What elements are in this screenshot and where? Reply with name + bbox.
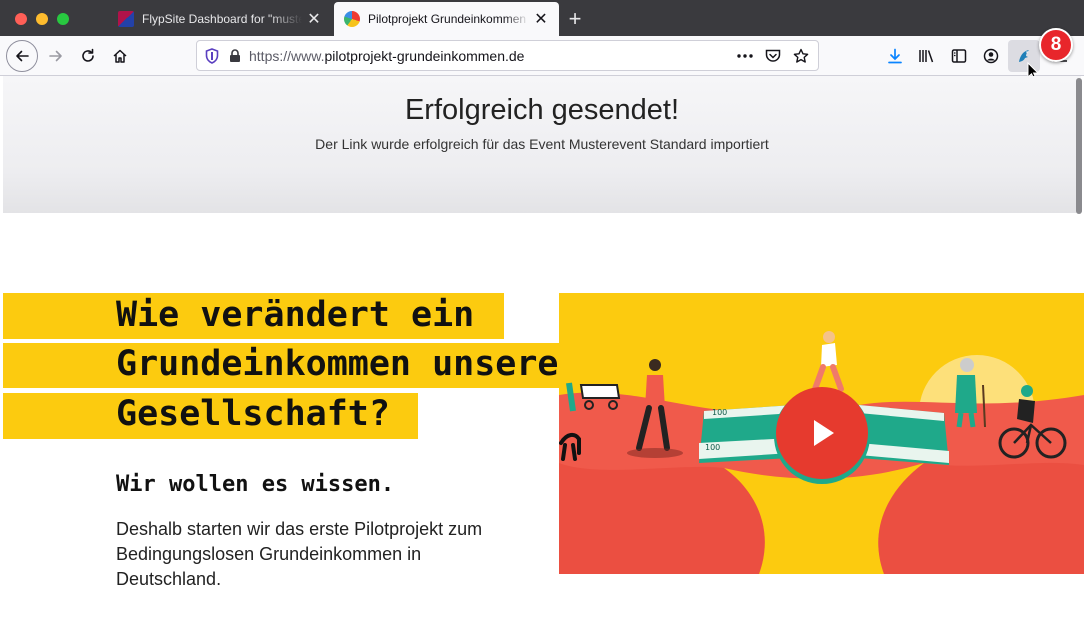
flypsite-favicon-icon bbox=[118, 11, 134, 27]
home-icon bbox=[113, 49, 127, 63]
page-content: Erfolgreich gesendet! Der Link wurde erf… bbox=[0, 76, 1084, 617]
downloads-button[interactable] bbox=[879, 40, 911, 72]
subheadline: Wir wollen es wissen. bbox=[116, 472, 395, 497]
library-button[interactable] bbox=[911, 40, 943, 72]
url-bar[interactable]: https://www.pilotprojekt-grundeinkommen.… bbox=[196, 40, 819, 71]
headline-line: Grundeinkommen unsere bbox=[116, 344, 559, 384]
window-zoom-button[interactable] bbox=[57, 13, 69, 25]
account-button[interactable] bbox=[975, 40, 1007, 72]
nav-toolbar: https://www.pilotprojekt-grundeinkommen.… bbox=[0, 36, 1084, 76]
star-icon[interactable] bbox=[790, 45, 812, 67]
tab-pilotprojekt[interactable]: Pilotprojekt Grundeinkommen - ✕ bbox=[334, 2, 559, 36]
window-close-button[interactable] bbox=[15, 13, 27, 25]
lock-icon[interactable] bbox=[229, 48, 241, 63]
account-icon bbox=[983, 48, 999, 64]
download-icon bbox=[888, 48, 902, 64]
tab-title: FlypSite Dashboard for "muster bbox=[142, 12, 302, 26]
reload-icon bbox=[82, 48, 94, 62]
close-icon[interactable]: ✕ bbox=[529, 7, 553, 31]
forward-button[interactable] bbox=[40, 40, 72, 72]
new-tab-button[interactable]: + bbox=[562, 6, 588, 32]
banknote-label: 100 bbox=[705, 443, 720, 452]
banner-message: Der Link wurde erfolgreich für das Event… bbox=[315, 136, 769, 152]
banner-title: Erfolgreich gesendet! bbox=[404, 94, 680, 126]
pilotprojekt-favicon-icon bbox=[344, 11, 360, 27]
close-icon[interactable]: ✕ bbox=[302, 7, 326, 31]
page-scrollbar[interactable] bbox=[1076, 78, 1082, 214]
shield-icon[interactable] bbox=[205, 47, 219, 64]
library-icon bbox=[919, 50, 934, 63]
sidebar-icon bbox=[951, 49, 967, 63]
success-banner: Erfolgreich gesendet! Der Link wurde erf… bbox=[3, 76, 1081, 213]
arrow-right-icon bbox=[49, 50, 62, 62]
tab-strip: FlypSite Dashboard for "muster ✕ Pilotpr… bbox=[0, 0, 1084, 36]
back-button[interactable] bbox=[6, 40, 38, 72]
pocket-icon[interactable] bbox=[762, 45, 784, 67]
more-icon[interactable] bbox=[734, 45, 756, 67]
headline-line: Wie verändert ein bbox=[116, 295, 475, 335]
tab-flypsite-dashboard[interactable]: FlypSite Dashboard for "muster ✕ bbox=[108, 2, 332, 36]
url-text[interactable]: https://www.pilotprojekt-grundeinkommen.… bbox=[249, 48, 524, 64]
intro-text: Deshalb starten wir das erste Pilotproje… bbox=[116, 519, 483, 589]
tab-title: Pilotprojekt Grundeinkommen - bbox=[368, 12, 529, 26]
hero-video-illustration[interactable]: 100 100 bbox=[559, 293, 1084, 574]
window-minimize-button[interactable] bbox=[36, 13, 48, 25]
reload-button[interactable] bbox=[72, 40, 104, 72]
headline-line: Gesellschaft? bbox=[116, 394, 390, 434]
arrow-left-icon bbox=[16, 50, 29, 62]
banknote-label: 100 bbox=[712, 408, 727, 417]
notification-badge: 8 bbox=[1039, 28, 1073, 62]
sidebar-button[interactable] bbox=[943, 40, 975, 72]
home-button[interactable] bbox=[104, 40, 136, 72]
